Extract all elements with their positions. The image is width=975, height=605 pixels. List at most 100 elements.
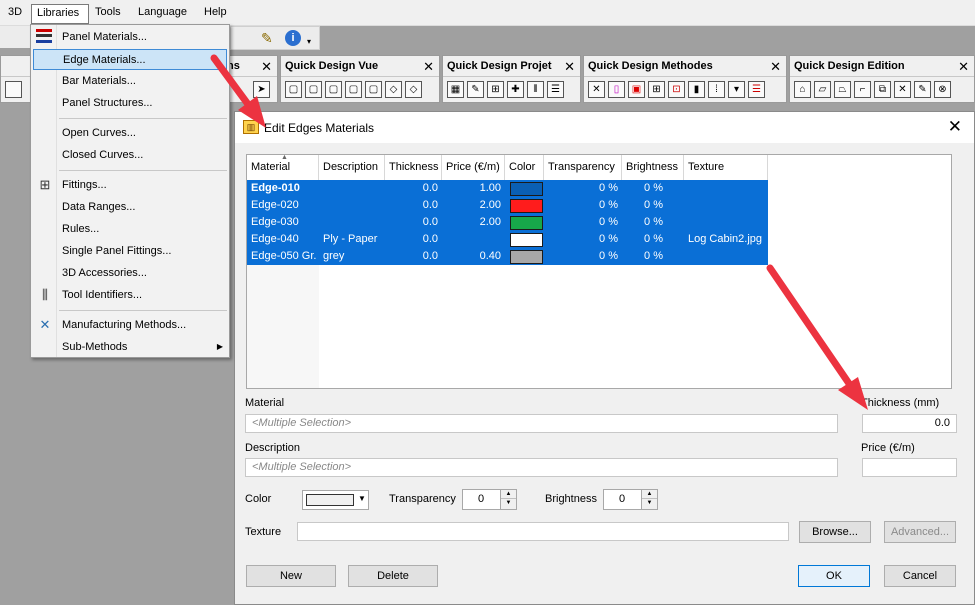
materials-grid[interactable]: Material ▲ Description Thickness Price (€… xyxy=(246,154,952,389)
cube-front-icon[interactable]: ▢ xyxy=(285,81,302,98)
columns-icon[interactable]: ⫴ xyxy=(527,81,544,98)
dialog-title: Edit Edges Materials xyxy=(264,121,375,135)
ok-button[interactable]: OK xyxy=(798,565,870,587)
column-header-transparency[interactable]: Transparency xyxy=(544,155,622,180)
price-field[interactable] xyxy=(862,458,957,477)
menu-help[interactable]: Help xyxy=(204,6,227,18)
shape-steps-icon[interactable]: ⌐ xyxy=(854,81,871,98)
cube-left-icon[interactable]: ▢ xyxy=(325,81,342,98)
menu-item-single-panel-fittings[interactable]: Single Panel Fittings... xyxy=(33,241,227,262)
dots-icon[interactable]: ⁞ xyxy=(708,81,725,98)
menu-tools[interactable]: Tools xyxy=(95,6,121,18)
pencil-icon[interactable]: ✎ xyxy=(467,81,484,98)
cube-top-icon[interactable]: ▢ xyxy=(365,81,382,98)
panel-black-icon[interactable]: ▮ xyxy=(688,81,705,98)
column-header-color[interactable]: Color xyxy=(505,155,544,180)
brightness-spinner[interactable]: 0 ▲ ▼ xyxy=(603,489,658,510)
menu-item-rules[interactable]: Rules... xyxy=(33,219,227,240)
transparency-spinner[interactable]: 0 ▲ ▼ xyxy=(462,489,517,510)
description-field[interactable]: <Multiple Selection> xyxy=(245,458,838,477)
lines-icon[interactable]: ☰ xyxy=(547,81,564,98)
menu-item-data-ranges[interactable]: Data Ranges... xyxy=(33,197,227,218)
cell-thickness: 0.0 xyxy=(422,182,438,194)
cross-icon[interactable]: ✕ xyxy=(894,81,911,98)
column-header-texture[interactable]: Texture xyxy=(684,155,768,180)
close-icon[interactable]: ✕ xyxy=(261,59,272,75)
panel-grid-icon[interactable]: ⊞ xyxy=(648,81,665,98)
color-picker[interactable]: ▼ xyxy=(302,490,369,510)
brightness-label: Brightness xyxy=(545,493,597,505)
thickness-label: Thickness (mm) xyxy=(861,397,940,409)
table-row[interactable]: Edge-010 0.0 1.00 0 % 0 % xyxy=(247,180,768,197)
cube-iso2-icon[interactable]: ◇ xyxy=(405,81,422,98)
tools-icon[interactable]: ✕ xyxy=(588,81,605,98)
list-icon[interactable]: ☰ xyxy=(748,81,765,98)
panel-magenta-icon[interactable]: ▯ xyxy=(608,81,625,98)
spin-up-icon[interactable]: ▲ xyxy=(642,490,657,499)
shape-house-icon[interactable]: ⌂ xyxy=(794,81,811,98)
window-icon[interactable] xyxy=(5,81,22,98)
spin-up-icon[interactable]: ▲ xyxy=(501,490,516,499)
delete-button[interactable]: Delete xyxy=(348,565,438,587)
material-field[interactable]: <Multiple Selection> xyxy=(245,414,838,433)
info-icon[interactable]: i xyxy=(285,30,301,46)
grid-icon[interactable]: ⊞ xyxy=(487,81,504,98)
wand-icon[interactable]: ✎ xyxy=(261,30,273,47)
table-row[interactable]: Edge-030 0.0 2.00 0 % 0 % xyxy=(247,214,768,231)
column-header-description[interactable]: Description xyxy=(319,155,385,180)
arrow-tool-icon[interactable]: ➤ xyxy=(253,81,270,98)
shape-notch-icon[interactable]: ▱ xyxy=(814,81,831,98)
shape-trapezoid-icon[interactable]: ⏢ xyxy=(834,81,851,98)
menu-item-open-curves[interactable]: Open Curves... xyxy=(33,123,227,144)
panel-red-icon[interactable]: ⊡ xyxy=(668,81,685,98)
menu-item-tool-identifiers[interactable]: ⫼ Tool Identifiers... xyxy=(33,285,227,306)
column-header-price[interactable]: Price (€/m) xyxy=(442,155,505,180)
spin-down-icon[interactable]: ▼ xyxy=(642,499,657,508)
spin-down-icon[interactable]: ▼ xyxy=(501,499,516,508)
brush-icon[interactable]: ✎ xyxy=(914,81,931,98)
menu-libraries[interactable]: Libraries xyxy=(31,4,89,24)
plus-icon[interactable]: ✚ xyxy=(507,81,524,98)
table-row[interactable]: Edge-050 Gr. grey 0.0 0.40 0 % 0 % xyxy=(247,248,768,265)
menu-item-sub-methods[interactable]: Sub-Methods ▶ xyxy=(33,337,227,358)
drill-icon[interactable]: ▾ xyxy=(728,81,745,98)
menu-item-fittings[interactable]: ⊞ Fittings... xyxy=(33,175,227,196)
column-header-thickness[interactable]: Thickness xyxy=(385,155,442,180)
thickness-field[interactable]: 0.0 xyxy=(862,414,957,433)
menu-item-bar-materials[interactable]: Bar Materials... xyxy=(33,71,227,92)
menu-item-panel-structures[interactable]: Panel Structures... xyxy=(33,93,227,114)
menu-3d[interactable]: 3D xyxy=(8,6,22,18)
pattern-icon[interactable]: ▦ xyxy=(447,81,464,98)
shape-blocks-icon[interactable]: ⧉ xyxy=(874,81,891,98)
close-icon[interactable]: ✕ xyxy=(948,117,962,137)
cube-iso-icon[interactable]: ◇ xyxy=(385,81,402,98)
table-row[interactable]: Edge-020 0.0 2.00 0 % 0 % xyxy=(247,197,768,214)
overflow-icon[interactable]: ▾ xyxy=(307,37,311,46)
menu-item-3d-accessories[interactable]: 3D Accessories... xyxy=(33,263,227,284)
new-button[interactable]: New xyxy=(246,565,336,587)
cube-right-icon[interactable]: ▢ xyxy=(345,81,362,98)
column-header-brightness[interactable]: Brightness xyxy=(622,155,684,180)
texture-label: Texture xyxy=(245,526,282,538)
column-header-material[interactable]: Material ▲ xyxy=(247,155,319,180)
menu-item-closed-curves[interactable]: Closed Curves... xyxy=(33,145,227,166)
texture-field[interactable] xyxy=(297,522,789,541)
close-icon[interactable]: ✕ xyxy=(423,59,434,75)
browse-button[interactable]: Browse... xyxy=(799,521,871,543)
menu-language[interactable]: Language xyxy=(138,6,187,18)
table-row[interactable]: Edge-040 Ply - Paper 0.0 0 % 0 % Log Cabin2.j… xyxy=(247,231,768,248)
close-icon[interactable]: ✕ xyxy=(564,59,575,75)
cancel-circle-icon[interactable]: ⊗ xyxy=(934,81,951,98)
close-icon[interactable]: ✕ xyxy=(958,59,969,75)
cancel-button[interactable]: Cancel xyxy=(884,565,956,587)
panel-color-icon[interactable]: ▣ xyxy=(628,81,645,98)
cell-transparency: 0 % xyxy=(599,250,618,262)
menu-item-manufacturing-methods[interactable]: ✕ Manufacturing Methods... xyxy=(33,315,227,336)
menu-separator xyxy=(59,310,227,311)
cell-price xyxy=(442,231,505,248)
menu-item-panel-materials[interactable]: Panel Materials... xyxy=(33,27,227,48)
cube-back-icon[interactable]: ▢ xyxy=(305,81,322,98)
menu-item-edge-materials[interactable]: Edge Materials... xyxy=(33,49,227,70)
close-icon[interactable]: ✕ xyxy=(770,59,781,75)
advanced-button[interactable]: Advanced... xyxy=(884,521,956,543)
